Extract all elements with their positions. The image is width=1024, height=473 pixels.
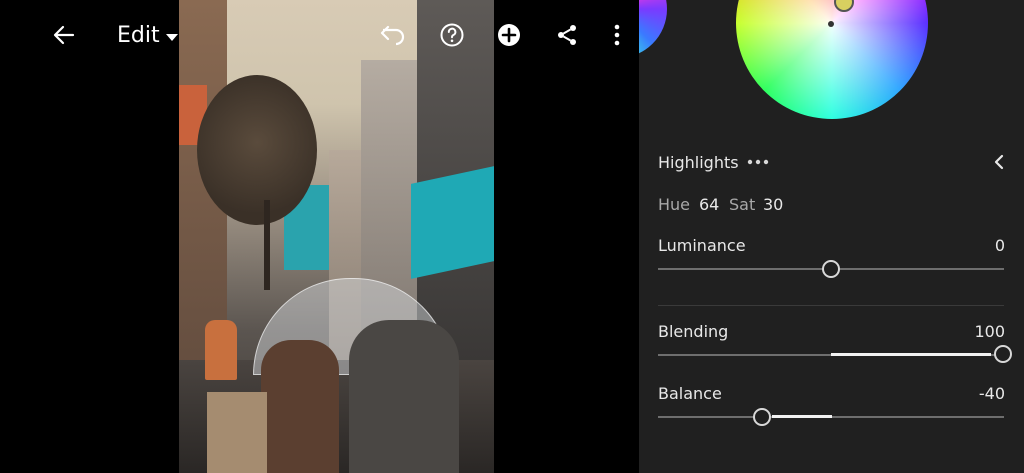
wheel-center-dot: [828, 21, 834, 27]
blending-value[interactable]: 100: [974, 322, 1005, 341]
chevron-left-icon[interactable]: [993, 154, 1005, 174]
more-vertical-icon[interactable]: [602, 20, 632, 50]
tree-trunk: [264, 200, 270, 290]
bench: [207, 392, 267, 473]
divider: [658, 305, 1004, 306]
edit-label: Edit: [117, 22, 160, 48]
section-title: Highlights: [658, 153, 739, 172]
luminance-slider-handle[interactable]: [822, 260, 840, 278]
add-icon[interactable]: [494, 20, 524, 50]
tree-canopy: [197, 75, 317, 225]
color-grading-panel: Highlights Hue 64 Sat 30 Luminance 0 Ble…: [639, 0, 1024, 473]
teal-awning: [411, 166, 494, 279]
balance-slider-handle[interactable]: [753, 408, 771, 426]
luminance-label: Luminance: [658, 236, 746, 255]
top-toolbar: Edit: [0, 0, 639, 70]
blending-slider-handle[interactable]: [994, 345, 1012, 363]
person-hair: [261, 340, 339, 473]
hue-value[interactable]: 64: [699, 195, 719, 214]
blending-label: Blending: [658, 322, 729, 341]
blending-slider-fill: [831, 353, 991, 356]
sat-value[interactable]: 30: [763, 195, 783, 214]
photo-canvas[interactable]: Edit: [0, 0, 639, 473]
share-icon[interactable]: [552, 20, 582, 50]
person-coat: [349, 320, 459, 473]
edited-photo[interactable]: [179, 0, 494, 473]
sat-label: Sat: [729, 195, 756, 214]
midtones-wheel-partial[interactable]: [639, 0, 667, 58]
balance-label: Balance: [658, 384, 722, 403]
hue-label: Hue: [658, 195, 691, 214]
pedestrian-orange: [205, 320, 237, 380]
luminance-value[interactable]: 0: [995, 236, 1005, 255]
undo-icon[interactable]: [378, 20, 408, 50]
highlights-color-wheel[interactable]: [736, 0, 928, 119]
balance-value[interactable]: -40: [979, 384, 1005, 403]
balance-slider-fill: [772, 415, 832, 418]
edit-mode-dropdown[interactable]: Edit: [117, 20, 178, 50]
caret-down-icon: [165, 23, 178, 48]
more-horizontal-icon[interactable]: [747, 154, 769, 174]
back-arrow-icon[interactable]: [49, 20, 79, 50]
help-icon[interactable]: [437, 20, 467, 50]
